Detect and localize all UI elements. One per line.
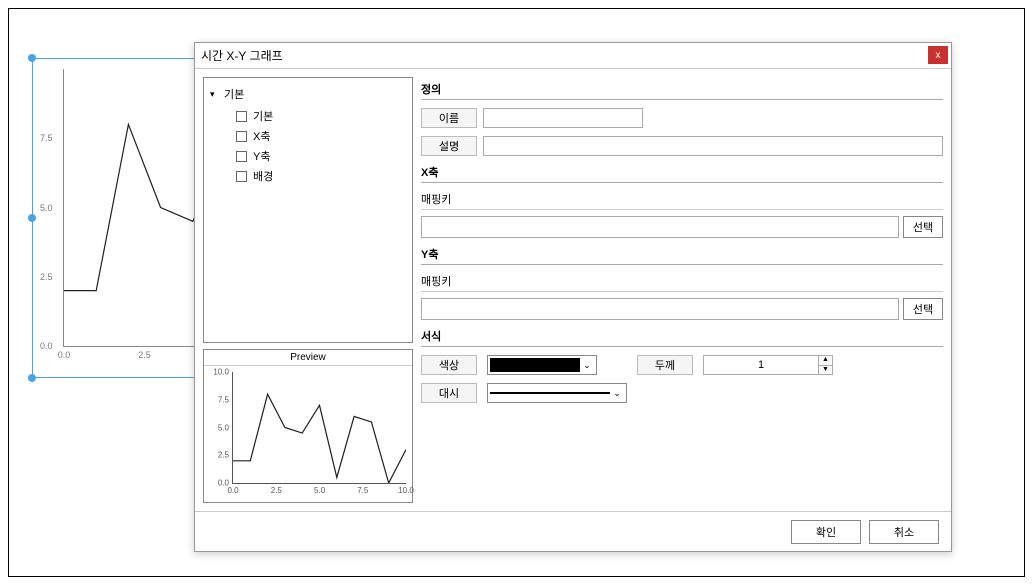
tree-item-xaxis[interactable]: X축 [236, 126, 406, 146]
section-mapping-x: 매핑키 [421, 189, 943, 210]
dialog-footer: 확인 취소 [195, 511, 951, 551]
x-mapping-row: 선택 [421, 216, 943, 238]
x-mapping-input[interactable] [421, 216, 899, 238]
tree-item-yaxis[interactable]: Y축 [236, 146, 406, 166]
preview-panel: Preview 0.0 2.5 5.0 7.5 10.0 0.0 2.5 5.0 7.5 10.0 [203, 349, 413, 503]
x-tick: 5.0 [314, 486, 325, 495]
dash-label: 대시 [421, 383, 477, 403]
name-input[interactable] [483, 108, 643, 128]
checkbox-icon[interactable] [236, 111, 247, 122]
color-swatch-icon [490, 358, 580, 372]
thickness-label: 두께 [637, 355, 693, 375]
dash-line-icon [490, 392, 610, 394]
desc-input[interactable] [483, 136, 943, 156]
y-tick: 5.0 [40, 203, 53, 213]
tree-children: 기본 X축 Y축 배경 [210, 106, 406, 186]
x-select-button[interactable]: 선택 [903, 216, 943, 238]
section-definition: 정의 [421, 79, 943, 100]
tree-item-label: Y축 [253, 148, 270, 164]
tree-root-item[interactable]: ▾ 기본 [210, 86, 406, 102]
close-icon: x [936, 50, 941, 61]
tree-root-label: 기본 [224, 86, 244, 102]
dash-row: 대시 ⌄ [421, 383, 943, 403]
resize-handle-tl[interactable] [28, 54, 36, 62]
y-mapping-row: 선택 [421, 298, 943, 320]
checkbox-icon[interactable] [236, 151, 247, 162]
color-label: 색상 [421, 355, 477, 375]
spinner-up-button[interactable]: ▲ [819, 356, 832, 365]
y-tick: 0.0 [207, 479, 229, 488]
y-tick: 7.5 [207, 395, 229, 404]
y-tick: 2.5 [207, 451, 229, 460]
thickness-value: 1 [704, 359, 818, 371]
x-tick: 2.5 [271, 486, 282, 495]
spinner-buttons: ▲ ▼ [818, 356, 832, 374]
chevron-down-icon: ⌄ [610, 388, 624, 399]
y-tick: 2.5 [40, 272, 53, 282]
tree-item-label: X축 [253, 128, 270, 144]
chevron-down-icon: ▾ [210, 89, 220, 100]
y-tick: 5.0 [207, 423, 229, 432]
spinner-down-button[interactable]: ▼ [819, 365, 832, 374]
checkbox-icon[interactable] [236, 171, 247, 182]
chevron-down-icon: ⌄ [580, 360, 594, 371]
preview-chart-line [233, 372, 406, 483]
color-thickness-row: 색상 ⌄ 두께 1 ▲ ▼ [421, 355, 943, 375]
y-tick: 0.0 [40, 341, 53, 351]
resize-handle-bl[interactable] [28, 374, 36, 382]
y-mapping-input[interactable] [421, 298, 899, 320]
section-mapping-y: 매핑키 [421, 271, 943, 292]
tree-item-label: 기본 [253, 108, 273, 124]
name-label: 이름 [421, 108, 477, 128]
y-select-button[interactable]: 선택 [903, 298, 943, 320]
thickness-spinner[interactable]: 1 ▲ ▼ [703, 355, 833, 375]
section-yaxis: Y축 [421, 244, 943, 265]
section-xaxis: X축 [421, 162, 943, 183]
y-tick: 7.5 [40, 133, 53, 143]
checkbox-icon[interactable] [236, 131, 247, 142]
x-tick: 0.0 [227, 486, 238, 495]
name-row: 이름 [421, 108, 943, 128]
dialog-titlebar[interactable]: 시간 X-Y 그래프 x [195, 43, 951, 69]
tree-item-basic[interactable]: 기본 [236, 106, 406, 126]
tree-item-label: 배경 [253, 168, 273, 184]
x-tick: 0.0 [58, 350, 71, 360]
desc-row: 설명 [421, 136, 943, 156]
right-column: 정의 이름 설명 X축 매핑키 선택 Y축 매핑키 선택 서식 [421, 77, 943, 503]
desc-label: 설명 [421, 136, 477, 156]
left-column: ▾ 기본 기본 X축 Y축 [203, 77, 413, 503]
close-button[interactable]: x [928, 46, 948, 64]
cancel-button[interactable]: 취소 [869, 520, 939, 544]
section-style: 서식 [421, 326, 943, 347]
x-tick: 10.0 [398, 486, 414, 495]
x-tick: 2.5 [138, 350, 151, 360]
dialog-body: ▾ 기본 기본 X축 Y축 [195, 69, 951, 511]
color-dropdown[interactable]: ⌄ [487, 355, 597, 375]
preview-plot-area: 0.02.55.07.510.00.02.55.07.510.0 [232, 372, 406, 484]
tree-panel: ▾ 기본 기본 X축 Y축 [203, 77, 413, 343]
resize-handle-ml[interactable] [28, 214, 36, 222]
x-tick: 7.5 [357, 486, 368, 495]
preview-title: Preview [204, 350, 412, 366]
y-tick: 10.0 [207, 368, 229, 377]
dialog-title: 시간 X-Y 그래프 [201, 47, 283, 64]
chart-settings-dialog: 시간 X-Y 그래프 x ▾ 기본 기본 X축 [194, 42, 952, 552]
dash-dropdown[interactable]: ⌄ [487, 383, 627, 403]
ok-button[interactable]: 확인 [791, 520, 861, 544]
preview-plot-wrap: 0.0 2.5 5.0 7.5 10.0 0.0 2.5 5.0 7.5 10.0 [204, 366, 412, 502]
tree-item-background[interactable]: 배경 [236, 166, 406, 186]
